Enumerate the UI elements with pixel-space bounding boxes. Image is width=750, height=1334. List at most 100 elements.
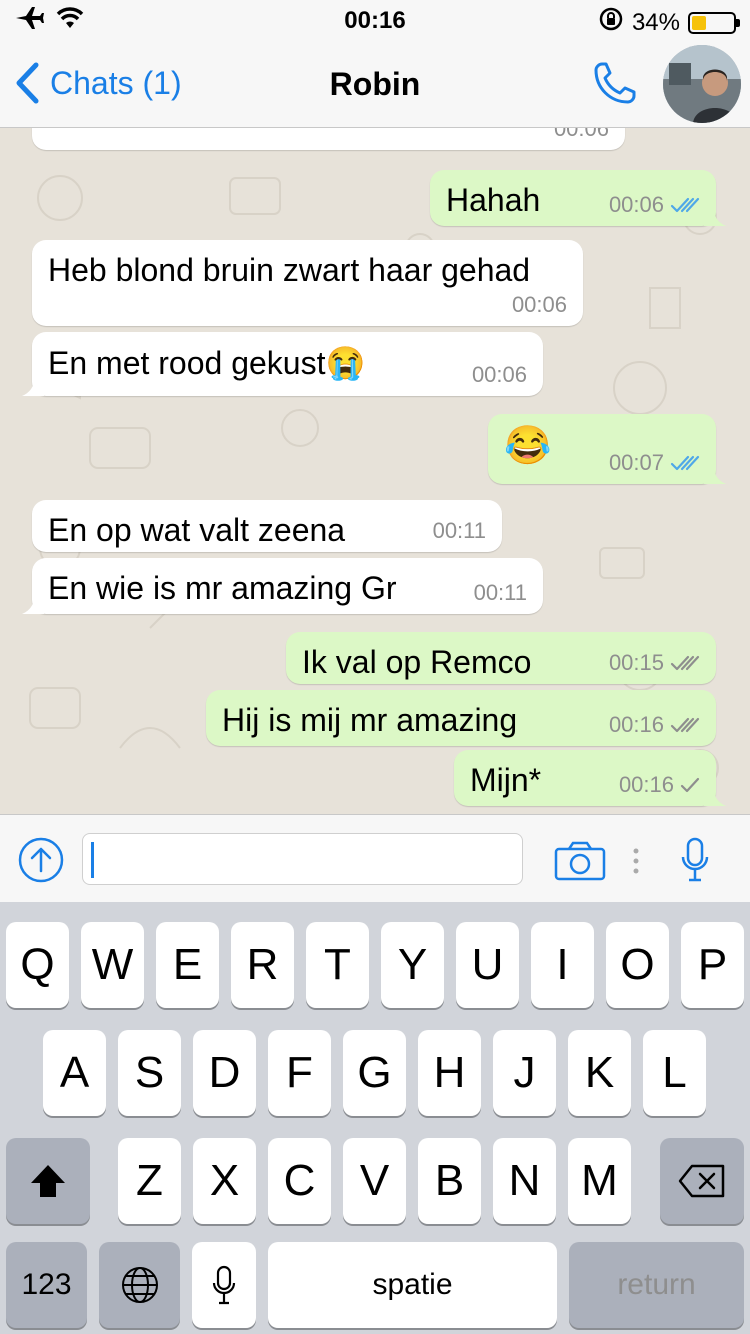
key-a[interactable]: A xyxy=(43,1030,106,1116)
message-meta: 00:06 xyxy=(554,128,609,142)
back-label: Chats (1) xyxy=(50,64,182,101)
message-text: En met rood gekust😭 xyxy=(48,345,366,381)
call-button[interactable] xyxy=(590,58,640,113)
key-g[interactable]: G xyxy=(343,1030,406,1116)
message-time: 00:15 xyxy=(608,650,664,675)
message-text: Heb blond bruin zwart haar gehad xyxy=(48,252,531,288)
outgoing-message[interactable]: Mijn* 00:16 xyxy=(454,750,726,806)
globe-icon xyxy=(121,1267,158,1303)
message-time: 00:11 xyxy=(473,580,527,605)
message-meta: 00:06 xyxy=(609,192,700,218)
double-check-icon xyxy=(670,717,700,733)
status-bar: 00:16 34% xyxy=(0,0,750,40)
message-text: Ik val op Remco xyxy=(302,644,532,680)
keyboard: QWERTYUIOP ASDFGHJKL ZXCVBNM 123 spatie … xyxy=(0,902,750,1334)
message-meta: 00:16 xyxy=(619,772,700,798)
key-b[interactable]: B xyxy=(418,1138,481,1224)
key-d[interactable]: D xyxy=(193,1030,256,1116)
double-check-icon xyxy=(670,197,700,213)
message-time: 00:16 xyxy=(608,712,664,737)
outgoing-message[interactable]: Ik val op Remco 00:15 xyxy=(286,632,716,684)
bubble-tail xyxy=(22,592,44,614)
incoming-message[interactable]: En wie is mr amazing Gr 00:11 xyxy=(22,558,543,614)
camera-icon xyxy=(554,841,606,881)
message-time: 00:06 xyxy=(511,292,567,317)
microphone-icon xyxy=(212,1265,236,1305)
key-h[interactable]: H xyxy=(418,1030,481,1116)
bubble-tail xyxy=(704,204,726,226)
message-meta: 00:11 xyxy=(474,580,527,606)
key-z[interactable]: Z xyxy=(118,1138,181,1224)
message-time: 00:16 xyxy=(618,772,674,797)
incoming-message[interactable]: En met rood gekust😭 00:06 xyxy=(22,332,543,396)
message-meta: 00:06 xyxy=(472,362,527,388)
text-caret xyxy=(91,842,94,878)
back-button[interactable]: Chats (1) xyxy=(14,62,182,104)
key-i[interactable]: I xyxy=(531,922,594,1008)
message-meta: 00:07 xyxy=(609,450,700,476)
incoming-message[interactable]: En op wat valt zeena 00:11 xyxy=(32,500,502,552)
bubble-tail xyxy=(22,374,44,396)
key-k[interactable]: K xyxy=(568,1030,631,1116)
outgoing-message[interactable]: Hahah 00:06 xyxy=(430,170,726,226)
message-meta: 00:16 xyxy=(609,712,700,738)
dictation-key[interactable] xyxy=(192,1242,256,1328)
arrow-up-circle-icon xyxy=(18,837,64,883)
chat-area[interactable]: 00:06 Hahah 00:06 Heb blond bruin zwart haa… xyxy=(0,128,750,814)
shift-arrow-icon xyxy=(31,1165,65,1197)
message-text: Mijn* xyxy=(470,762,542,798)
avatar[interactable] xyxy=(663,45,741,123)
orientation-lock-icon xyxy=(598,6,624,39)
key-w[interactable]: W xyxy=(81,922,144,1008)
shift-key[interactable] xyxy=(6,1138,90,1224)
message-meta: 00:11 xyxy=(433,518,486,544)
key-l[interactable]: L xyxy=(643,1030,706,1116)
key-t[interactable]: T xyxy=(306,922,369,1008)
nav-bar: Chats (1) Robin xyxy=(0,40,750,128)
message-meta: 00:15 xyxy=(609,650,700,676)
attach-button[interactable] xyxy=(18,837,64,888)
key-c[interactable]: C xyxy=(268,1138,331,1224)
numbers-key[interactable]: 123 xyxy=(6,1242,87,1328)
double-check-icon xyxy=(670,655,700,671)
key-e[interactable]: E xyxy=(156,922,219,1008)
outgoing-message[interactable]: Hij is mij mr amazing 00:16 xyxy=(206,690,716,746)
key-n[interactable]: N xyxy=(493,1138,556,1224)
key-x[interactable]: X xyxy=(193,1138,256,1224)
battery-percent: 34% xyxy=(631,8,680,36)
key-m[interactable]: M xyxy=(568,1138,631,1224)
microphone-icon xyxy=(681,837,709,882)
key-s[interactable]: S xyxy=(118,1030,181,1116)
return-key[interactable]: return xyxy=(569,1242,744,1328)
message-time: 00:06 xyxy=(471,362,527,387)
space-key[interactable]: spatie xyxy=(268,1242,557,1328)
incoming-message[interactable]: 00:06 xyxy=(32,128,625,150)
voice-record-button[interactable] xyxy=(680,837,710,888)
key-u[interactable]: U xyxy=(456,922,519,1008)
message-text: En op wat valt zeena xyxy=(48,512,346,548)
sent-check-icon xyxy=(680,777,700,793)
message-time: 00:11 xyxy=(432,518,486,543)
key-v[interactable]: V xyxy=(343,1138,406,1224)
double-check-icon xyxy=(670,455,700,471)
key-r[interactable]: R xyxy=(231,922,294,1008)
backspace-key[interactable] xyxy=(660,1138,744,1224)
incoming-message[interactable]: Heb blond bruin zwart haar gehad 00:06 xyxy=(32,240,583,326)
key-y[interactable]: Y xyxy=(381,922,444,1008)
key-o[interactable]: O xyxy=(606,922,669,1008)
bubble-tail xyxy=(704,784,726,806)
backspace-icon xyxy=(678,1164,725,1198)
message-input[interactable] xyxy=(82,833,523,885)
phone-icon xyxy=(594,62,636,104)
globe-key[interactable] xyxy=(99,1242,180,1328)
key-f[interactable]: F xyxy=(268,1030,331,1116)
key-j[interactable]: J xyxy=(493,1030,556,1116)
key-q[interactable]: Q xyxy=(6,922,69,1008)
camera-button[interactable] xyxy=(554,841,606,886)
outgoing-message[interactable]: 😂 00:07 xyxy=(488,414,726,484)
message-meta: 00:06 xyxy=(512,292,567,318)
message-time: 00:06 xyxy=(608,192,664,217)
message-text: Hij is mij mr amazing xyxy=(222,702,518,738)
key-p[interactable]: P xyxy=(681,922,744,1008)
bubble-tail xyxy=(704,462,726,484)
